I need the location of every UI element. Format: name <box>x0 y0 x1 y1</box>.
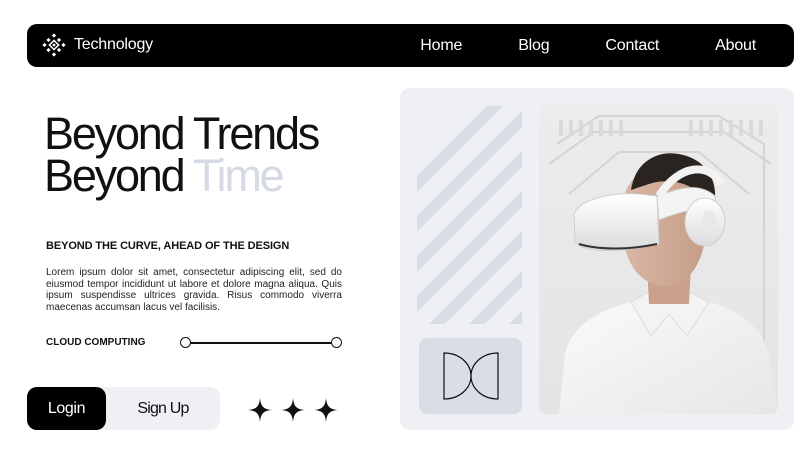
brand[interactable]: Technology <box>42 33 153 57</box>
hero-subheading: BEYOND THE CURVE, AHEAD OF THE DESIGN <box>46 240 290 252</box>
feature-label: CLOUD COMPUTING <box>46 337 146 348</box>
slider-knob-start[interactable] <box>180 337 191 348</box>
hero-title: Beyond Trends Beyond Time <box>44 108 374 198</box>
diagonal-stripes-decoration <box>417 106 522 324</box>
vr-headset-photo <box>539 104 778 414</box>
nav-link-blog[interactable]: Blog <box>518 37 549 55</box>
hero-title-line-2-muted: Time <box>192 150 285 201</box>
hero-title-line-1: Beyond Trends <box>44 108 320 159</box>
sparkle-star-icon <box>281 398 305 422</box>
login-button[interactable]: Login <box>27 387 106 430</box>
auth-button-group: Login Sign Up <box>27 387 220 430</box>
feature-slider[interactable] <box>180 336 342 350</box>
slider-knob-end[interactable] <box>331 337 342 348</box>
dc-monogram-logo <box>442 352 499 400</box>
sparkle-star-icon <box>314 398 338 422</box>
brand-name: Technology <box>74 36 153 53</box>
signup-button[interactable]: Sign Up <box>106 387 220 430</box>
top-navbar: Technology Home Blog Contact About <box>27 24 794 67</box>
hero-title-line-2-dark: Beyond <box>44 150 186 201</box>
slider-track <box>185 342 337 344</box>
hero-title-line-2: Beyond Time <box>44 153 374 198</box>
nav-links: Home Blog Contact About <box>420 24 756 67</box>
brand-logo-icon <box>42 33 66 57</box>
logo-tile <box>419 338 522 414</box>
sparkle-stars <box>247 397 342 423</box>
nav-link-home[interactable]: Home <box>420 37 462 55</box>
feature-row: CLOUD COMPUTING <box>46 336 342 350</box>
sparkle-star-icon <box>248 398 272 422</box>
hero-media-panel <box>400 88 794 430</box>
nav-link-contact[interactable]: Contact <box>605 37 659 55</box>
hero-body-text: Lorem ipsum dolor sit amet, consectetur … <box>46 267 342 313</box>
nav-link-about[interactable]: About <box>715 37 756 55</box>
